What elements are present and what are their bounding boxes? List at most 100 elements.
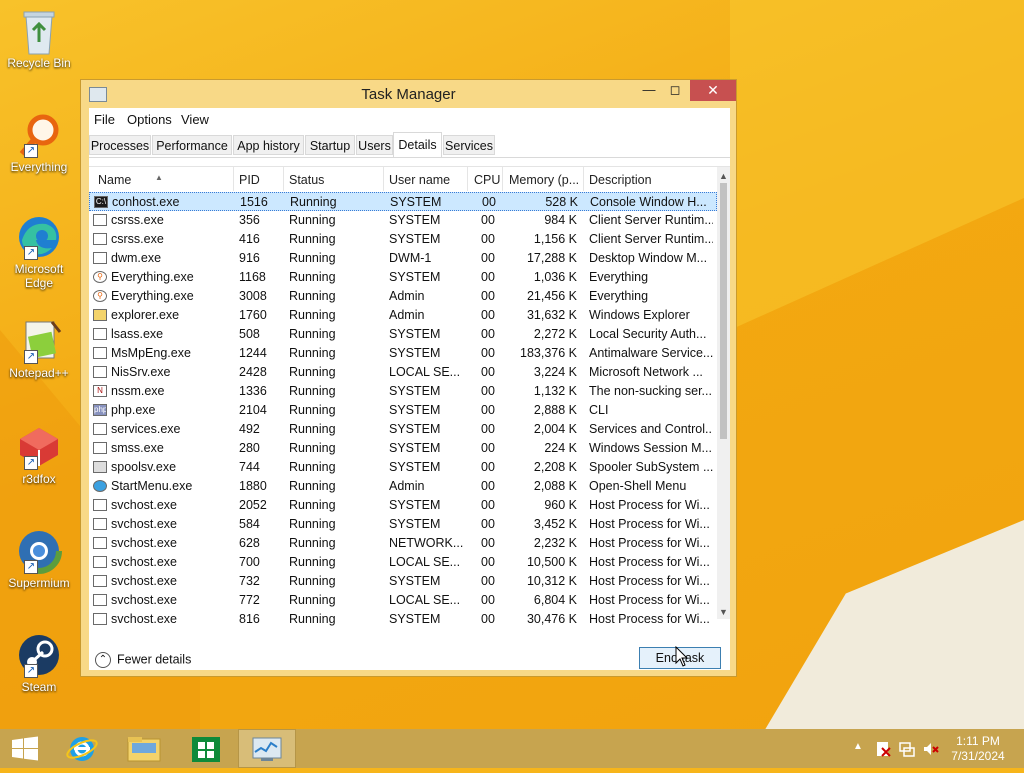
desktop-icon-microsoft-edge[interactable]: ↗ Microsoft Edge — [4, 214, 74, 290]
column-header-memory[interactable]: Memory (p... — [509, 173, 583, 187]
start-button[interactable] — [0, 729, 52, 768]
table-row[interactable]: services.exe 492 Running SYSTEM 00 2,004 K Ser… — [89, 420, 717, 439]
desktop-icon-label: Notepad++ — [9, 366, 69, 380]
desktop-icon-notepad-plus-plus[interactable]: ↗ Notepad++ — [4, 318, 74, 380]
table-row[interactable]: dwm.exe 916 Running DWM-1 00 17,288 K Desktop … — [89, 249, 717, 268]
column-header-description[interactable]: Description — [589, 173, 652, 187]
column-header-pid[interactable]: PID — [239, 173, 260, 187]
column-divider[interactable] — [583, 167, 584, 191]
table-row[interactable]: explorer.exe 1760 Running Admin 00 31,632 K Wi… — [89, 306, 717, 325]
vertical-scrollbar[interactable]: ▲ ▼ — [717, 167, 730, 619]
taskbar-file-explorer[interactable] — [118, 729, 170, 768]
desktop-icon-r3dfox[interactable]: ↗ r3dfox — [4, 424, 74, 486]
taskbar-clock[interactable]: 1:11 PM 7/31/2024 — [948, 734, 1008, 764]
table-row[interactable]: Nnssm.exe 1336 Running SYSTEM 00 1,132 K The n… — [89, 382, 717, 401]
cell-status: Running — [289, 593, 336, 607]
cell-user: SYSTEM — [389, 270, 441, 284]
action-center-icon[interactable] — [874, 740, 892, 758]
table-row[interactable]: smss.exe 280 Running SYSTEM 00 224 K Windows S… — [89, 439, 717, 458]
table-row[interactable]: ⚲ Everything.exe 3008 Running Admin 00 21,456 … — [89, 287, 717, 306]
tab-app-history[interactable]: App history — [233, 135, 304, 155]
cell-mem: 17,288 K — [526, 251, 577, 265]
tab-details[interactable]: Details — [393, 132, 442, 157]
table-row[interactable]: svchost.exe 732 Running SYSTEM 00 10,312 K Hos… — [89, 572, 717, 591]
column-header-cpu[interactable]: CPU — [474, 173, 500, 187]
minimize-button[interactable]: — — [636, 80, 662, 101]
cell-pid: 1760 — [239, 308, 267, 322]
cell-pid: 1168 — [239, 270, 266, 284]
table-row[interactable]: StartMenu.exe 1880 Running Admin 00 2,088 K Op… — [89, 477, 717, 496]
table-row[interactable]: MsMpEng.exe 1244 Running SYSTEM 00 183,376 K A… — [89, 344, 717, 363]
title-bar[interactable]: Task Manager — ◻ ✕ — [81, 80, 736, 108]
task-manager-window: Task Manager — ◻ ✕ File Options View Pro… — [80, 79, 737, 677]
cell-user: SYSTEM — [389, 498, 441, 512]
table-row[interactable]: C:\ conhost.exe 1516 Running SYSTEM 00 528 K Co… — [89, 192, 717, 211]
cell-name: svchost.exe — [111, 498, 178, 512]
table-row[interactable]: lsass.exe 508 Running SYSTEM 00 2,272 K Local … — [89, 325, 717, 344]
menu-view[interactable]: View — [181, 112, 209, 127]
column-header-name[interactable]: Name — [98, 173, 131, 187]
tab-performance[interactable]: Performance — [152, 135, 232, 155]
table-row[interactable]: spoolsv.exe 744 Running SYSTEM 00 2,208 K Spoo… — [89, 458, 717, 477]
close-button[interactable]: ✕ — [690, 80, 736, 101]
cell-cpu: 00 — [481, 498, 495, 512]
window-icon — [93, 233, 107, 245]
desktop-icon-label: Supermium — [8, 576, 70, 590]
cell-user: SYSTEM — [389, 574, 441, 588]
column-divider[interactable] — [283, 167, 284, 191]
desktop-icon-supermium[interactable]: ↗ Supermium — [4, 528, 74, 590]
cell-user: SYSTEM — [389, 422, 441, 436]
table-row[interactable]: csrss.exe 416 Running SYSTEM 00 1,156 K Client… — [89, 230, 717, 249]
table-row[interactable]: ⚲ Everything.exe 1168 Running SYSTEM 00 1,036 … — [89, 268, 717, 287]
table-row[interactable]: svchost.exe 2052 Running SYSTEM 00 960 K Host … — [89, 496, 717, 515]
fewer-details-button[interactable]: ⌃ Fewer details — [95, 652, 191, 668]
menu-file[interactable]: File — [94, 112, 115, 127]
cell-cpu: 00 — [481, 403, 495, 417]
cell-name: explorer.exe — [111, 308, 180, 322]
table-row[interactable]: php php.exe 2104 Running SYSTEM 00 2,888 K CLI — [89, 401, 717, 420]
network-icon[interactable] — [898, 740, 916, 758]
table-row[interactable]: NisSrv.exe 2428 Running LOCAL SE... 00 3,224 … — [89, 363, 717, 382]
taskbar-task-manager[interactable] — [238, 729, 296, 768]
show-hidden-icons-icon[interactable]: ▲ — [853, 741, 863, 752]
tab-users[interactable]: Users — [356, 135, 393, 155]
taskbar-internet-explorer[interactable] — [56, 729, 108, 768]
cell-mem: 30,476 K — [526, 612, 577, 626]
system-tray: ▲ — [850, 729, 945, 768]
taskbar-store[interactable] — [180, 729, 232, 768]
scroll-down-icon[interactable]: ▼ — [717, 605, 730, 619]
column-divider[interactable] — [383, 167, 384, 191]
cell-cpu: 00 — [481, 574, 495, 588]
cell-cpu: 00 — [481, 346, 495, 360]
desktop-icon-recycle-bin[interactable]: Recycle Bin — [4, 8, 74, 70]
table-row[interactable]: svchost.exe 772 Running LOCAL SE... 00 6,804 … — [89, 591, 717, 610]
table-row[interactable]: svchost.exe 816 Running SYSTEM 00 30,476 K Hos… — [89, 610, 717, 629]
column-divider[interactable] — [502, 167, 503, 191]
cell-user: LOCAL SE... — [389, 365, 461, 379]
tab-startup[interactable]: Startup — [305, 135, 355, 155]
cell-cpu: 00 — [481, 422, 495, 436]
cell-status: Running — [289, 308, 336, 322]
column-header-user-name[interactable]: User name — [389, 173, 450, 187]
menu-options[interactable]: Options — [127, 112, 172, 127]
maximize-button[interactable]: ◻ — [662, 80, 688, 101]
desktop-icon-everything[interactable]: ↗ Everything — [4, 112, 74, 174]
table-row[interactable]: svchost.exe 628 Running NETWORK... 00 2,232 K… — [89, 534, 717, 553]
table-row[interactable]: svchost.exe 584 Running SYSTEM 00 3,452 K Host… — [89, 515, 717, 534]
cell-pid: 1244 — [239, 346, 267, 360]
tab-processes[interactable]: Processes — [89, 135, 151, 155]
scroll-up-icon[interactable]: ▲ — [717, 169, 730, 183]
desktop-icon-steam[interactable]: ↗ Steam — [4, 632, 74, 694]
column-divider[interactable] — [233, 167, 234, 191]
cell-desc: Host Process for Wi... — [589, 612, 710, 626]
volume-muted-icon[interactable] — [922, 740, 940, 758]
table-row[interactable]: csrss.exe 356 Running SYSTEM 00 984 K Client S… — [89, 211, 717, 230]
column-divider[interactable] — [467, 167, 468, 191]
column-header-status[interactable]: Status — [289, 173, 324, 187]
tab-services[interactable]: Services — [443, 135, 495, 155]
cell-cpu: 00 — [481, 251, 495, 265]
table-row[interactable]: svchost.exe 700 Running LOCAL SE... 00 10,500… — [89, 553, 717, 572]
cell-cpu: 00 — [481, 270, 495, 284]
scrollbar-thumb[interactable] — [720, 183, 727, 439]
nssm-icon: N — [93, 385, 107, 397]
